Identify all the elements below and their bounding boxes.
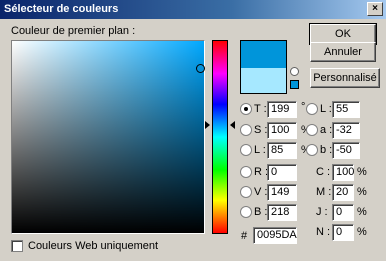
- radio-lab-a[interactable]: [306, 124, 318, 136]
- title-bar: Sélecteur de couleurs ×: [0, 0, 386, 19]
- yellow-label: J :: [316, 206, 328, 218]
- previous-color-swatch[interactable]: [241, 68, 286, 93]
- blue-label: B :: [254, 206, 268, 218]
- color-field[interactable]: [11, 40, 205, 234]
- radio-hue[interactable]: [240, 103, 252, 115]
- black-unit: %: [357, 226, 367, 238]
- cyan-label: C :: [316, 166, 331, 178]
- black-field[interactable]: 0: [332, 224, 354, 241]
- red-field[interactable]: 0: [267, 164, 297, 181]
- custom-colors-button[interactable]: Personnalisé: [310, 68, 380, 88]
- hue-field[interactable]: 199: [267, 101, 297, 118]
- ok-button[interactable]: OK: [309, 23, 377, 45]
- cyan-field[interactable]: 100: [332, 164, 354, 181]
- close-icon: ×: [372, 3, 378, 14]
- cyan-unit: %: [357, 166, 367, 178]
- hue-unit: °: [301, 101, 306, 113]
- color-cursor-icon[interactable]: [196, 64, 205, 73]
- web-safe-swatch-icon[interactable]: [290, 80, 299, 89]
- yellow-field[interactable]: 0: [332, 204, 354, 221]
- slider-arrow-left-icon[interactable]: [205, 121, 210, 129]
- radio-lab-b[interactable]: [306, 144, 318, 156]
- slider-arrow-right-icon[interactable]: [230, 121, 235, 129]
- saturation-field[interactable]: 100: [267, 122, 297, 139]
- brightness-field[interactable]: 85: [267, 142, 297, 159]
- radio-brightness[interactable]: [240, 144, 252, 156]
- radio-green[interactable]: [240, 186, 252, 198]
- radio-blue[interactable]: [240, 206, 252, 218]
- cancel-button[interactable]: Annuler: [310, 42, 376, 62]
- green-label: V :: [254, 186, 268, 198]
- gamut-warning-icon[interactable]: [290, 67, 299, 76]
- lab-l-field[interactable]: 55: [332, 101, 360, 118]
- foreground-color-label: Couleur de premier plan :: [11, 25, 136, 37]
- lab-b-field[interactable]: -50: [332, 142, 360, 159]
- green-field[interactable]: 149: [267, 184, 297, 201]
- magenta-label: M :: [316, 186, 332, 198]
- saturation-label: S :: [254, 124, 268, 136]
- web-only-checkbox[interactable]: [11, 240, 23, 252]
- radio-lab-l[interactable]: [306, 103, 318, 115]
- lab-a-label: a :: [320, 124, 333, 136]
- magenta-unit: %: [357, 186, 367, 198]
- hue-slider[interactable]: [212, 40, 228, 234]
- window-title: Sélecteur de couleurs: [4, 3, 119, 15]
- close-button[interactable]: ×: [367, 2, 383, 16]
- black-label: N :: [316, 226, 331, 238]
- magenta-field[interactable]: 20: [332, 184, 354, 201]
- radio-red[interactable]: [240, 166, 252, 178]
- blue-field[interactable]: 218: [267, 204, 297, 221]
- hex-prefix: #: [241, 230, 248, 242]
- color-preview: [240, 40, 287, 94]
- hex-field[interactable]: 0095DA: [253, 227, 297, 244]
- yellow-unit: %: [357, 206, 367, 218]
- new-color-swatch: [241, 41, 286, 68]
- red-label: R :: [254, 166, 269, 178]
- web-only-label[interactable]: Couleurs Web uniquement: [28, 240, 158, 252]
- brightness-label: L :: [254, 144, 266, 156]
- lab-b-label: b :: [320, 144, 333, 156]
- hue-label: T :: [254, 103, 267, 115]
- lab-l-label: L :: [320, 103, 332, 115]
- lab-a-field[interactable]: -32: [332, 122, 360, 139]
- radio-saturation[interactable]: [240, 124, 252, 136]
